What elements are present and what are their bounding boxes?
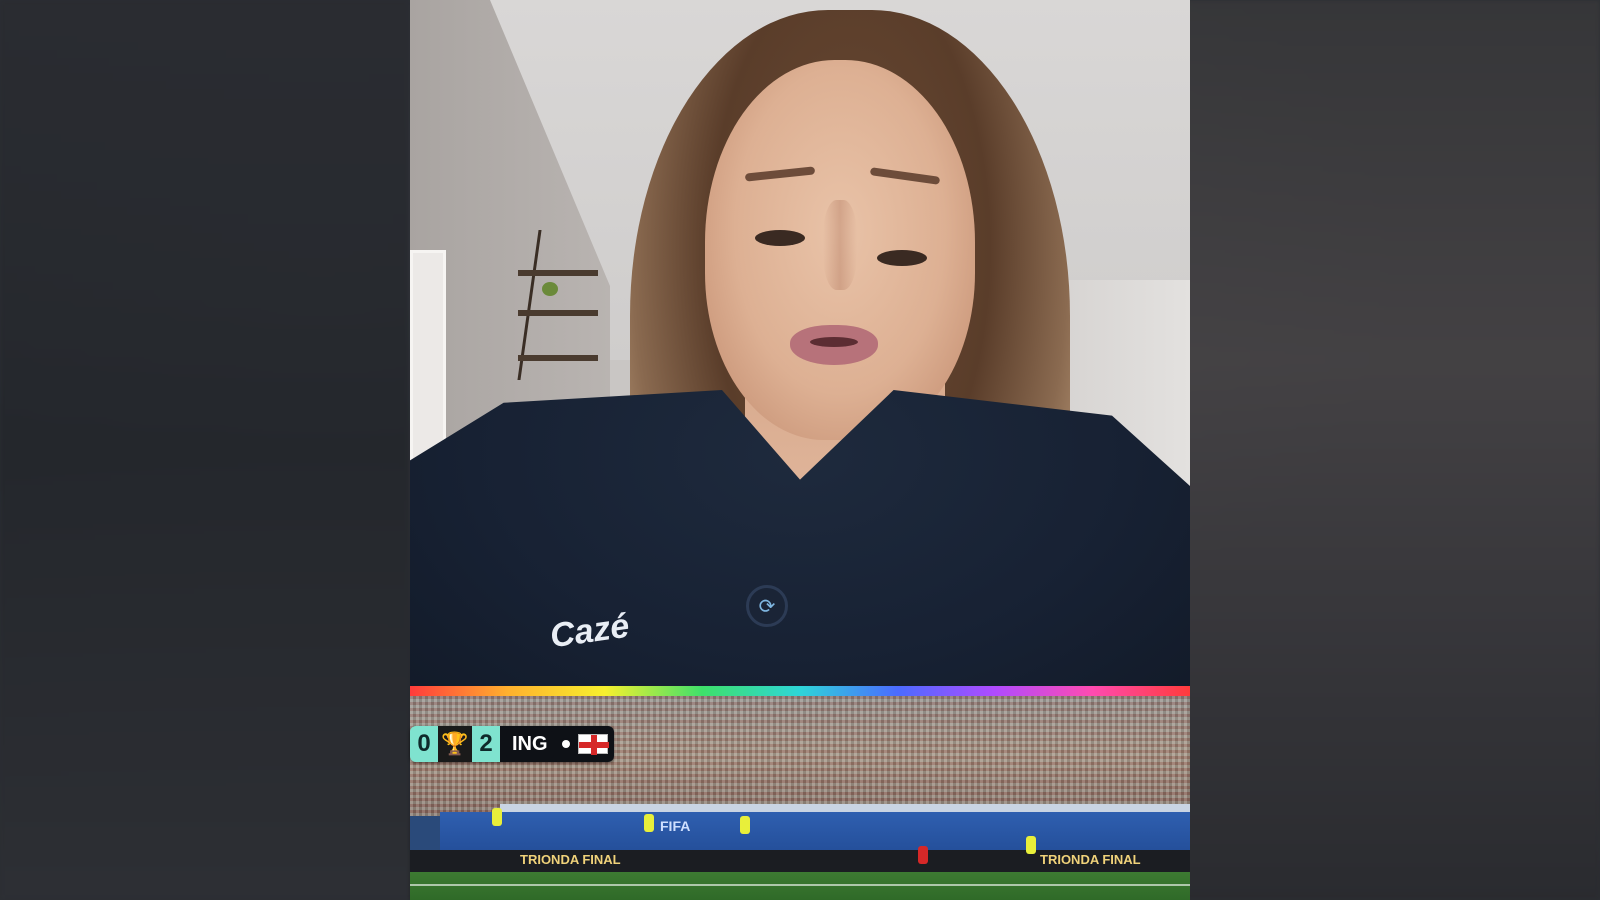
fifa-board-text: FIFA <box>660 818 691 834</box>
away-score: 2 <box>472 726 500 762</box>
shelf-board <box>518 270 598 276</box>
steward <box>1026 836 1036 854</box>
trionda-board-right: TRIONDA FINAL <box>1040 852 1141 867</box>
steward <box>740 816 750 834</box>
steward <box>644 814 654 832</box>
referee <box>918 846 928 864</box>
wall-shelf <box>517 230 598 380</box>
steward <box>492 808 502 826</box>
team-code: ING <box>506 730 554 758</box>
mic-icon: ⟳ <box>746 585 788 627</box>
team-tag: ING <box>500 726 614 762</box>
possession-dot-icon <box>561 740 570 748</box>
trophy-icon: 🏆 <box>438 726 472 762</box>
video-frame[interactable]: ⟳ Cazé FIFA TRIONDA FINAL TRIONDA FINAL <box>410 0 1190 900</box>
mouth <box>790 325 878 365</box>
ad-board <box>440 812 1190 852</box>
shelf-board <box>518 355 598 361</box>
left-eye <box>755 230 805 246</box>
home-score: 0 <box>410 726 438 762</box>
stand-rail <box>500 804 1190 812</box>
nose <box>823 200 857 290</box>
shelf-board <box>518 310 598 316</box>
scorebug: 0 🏆 2 ING <box>410 726 614 762</box>
right-eye <box>877 250 927 266</box>
rainbow-divider <box>410 686 1190 696</box>
trionda-board-left: TRIONDA FINAL <box>520 852 621 867</box>
england-flag-icon <box>577 734 609 755</box>
plant-icon <box>542 282 558 296</box>
left-brow <box>744 166 816 182</box>
pitch <box>410 872 1190 900</box>
presenter-face <box>705 60 975 440</box>
right-brow <box>869 167 941 185</box>
